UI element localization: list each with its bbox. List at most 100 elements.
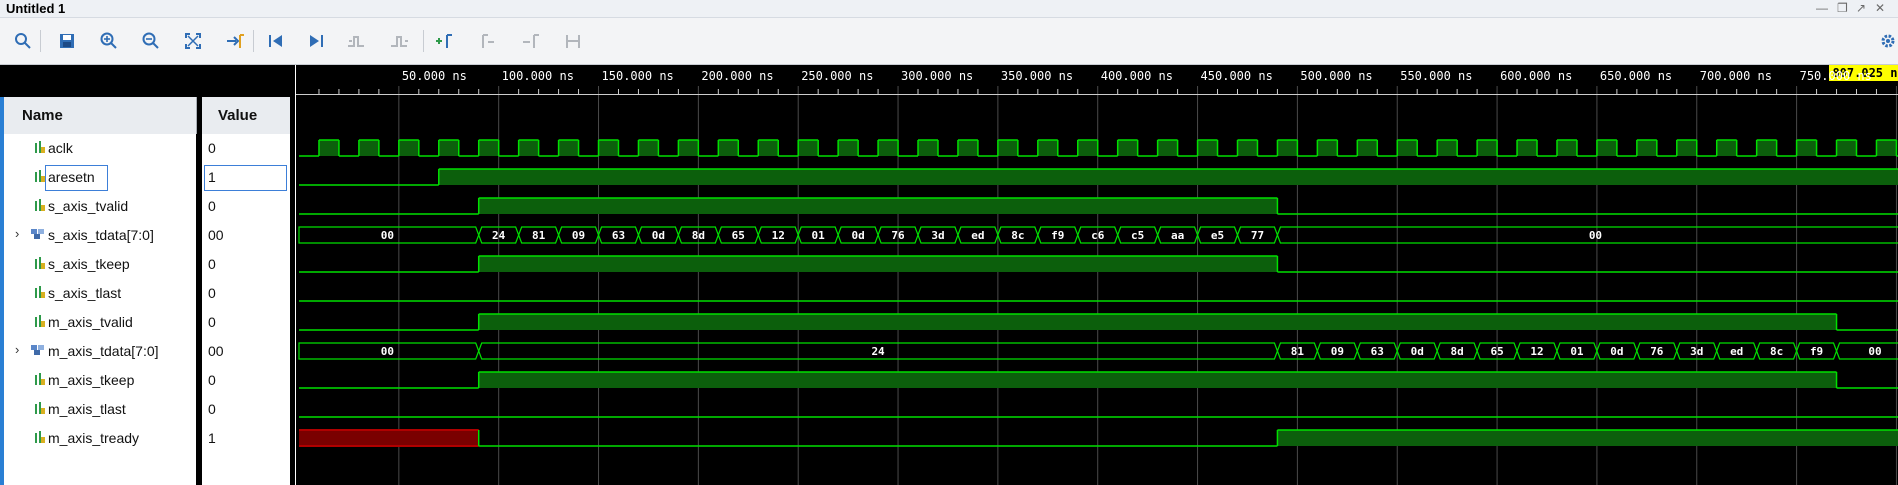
- swap-cursors-button[interactable]: [560, 28, 586, 54]
- bus-value-label: 24: [492, 229, 506, 242]
- bit-signal-icon: [35, 402, 45, 414]
- undock-icon[interactable]: ↗: [1856, 1, 1866, 15]
- value-row[interactable]: 0: [202, 250, 290, 279]
- signal-value: 1: [208, 430, 216, 446]
- zoom-fit-button[interactable]: [180, 28, 206, 54]
- value-row[interactable]: 0: [202, 395, 290, 424]
- bus-value-label: 8d: [692, 229, 705, 242]
- previous-transition-button[interactable]: [344, 28, 370, 54]
- bus-value-label: 63: [612, 229, 625, 242]
- time-tick-label: 350.000 ns: [1001, 69, 1073, 83]
- expand-chevron-icon[interactable]: ›: [15, 226, 19, 241]
- bus-value-label: 09: [572, 229, 585, 242]
- go-to-cursor-button[interactable]: [222, 28, 248, 54]
- signal-name: s_axis_tkeep: [48, 256, 130, 272]
- value-row[interactable]: 0: [202, 279, 290, 308]
- signal-row[interactable]: m_axis_tready: [4, 424, 196, 453]
- bus-signal-icon: [31, 229, 44, 239]
- high-level-fill: [478, 372, 1837, 388]
- close-icon[interactable]: ✕: [1875, 1, 1885, 15]
- time-tick-label: 600.000 ns: [1500, 69, 1572, 83]
- bus-value-segment: [1276, 226, 1898, 244]
- waveform-view[interactable]: 807.025 ns 50.000 ns 100.000 ns 150.000 ns…: [296, 34, 1898, 485]
- signal-row[interactable]: › s_axis_tdata[7:0]: [4, 221, 196, 250]
- bus-value-label: 8c: [1011, 229, 1024, 242]
- restore-icon[interactable]: ❐: [1837, 1, 1848, 15]
- high-level-fill: [478, 314, 1837, 330]
- bus-value-label: aa: [1171, 229, 1184, 242]
- high-level-fill: [1277, 140, 1298, 156]
- add-marker-button[interactable]: [431, 28, 457, 54]
- zoom-in-button[interactable]: [96, 28, 122, 54]
- expand-chevron-icon[interactable]: ›: [15, 342, 19, 357]
- high-level-fill: [518, 140, 539, 156]
- signal-row[interactable]: aclk: [4, 134, 196, 163]
- toolbar-separator: [40, 30, 41, 52]
- signal-row[interactable]: s_axis_tlast: [4, 279, 196, 308]
- high-level-fill: [1716, 140, 1737, 156]
- time-tick-label: 550.000 ns: [1400, 69, 1472, 83]
- go-to-end-icon: [310, 35, 323, 47]
- signal-name: s_axis_tvalid: [48, 198, 129, 214]
- bus-value-label: 8c: [1770, 345, 1783, 358]
- value-row[interactable]: 00: [202, 221, 290, 250]
- next-marker-button[interactable]: [517, 28, 543, 54]
- signal-row[interactable]: aresetn: [4, 163, 196, 192]
- high-level-fill: [918, 140, 938, 156]
- signal-row[interactable]: m_axis_tvalid: [4, 308, 196, 337]
- value-row[interactable]: 0: [202, 308, 290, 337]
- value-row[interactable]: 0: [202, 366, 290, 395]
- search-button[interactable]: [10, 28, 36, 54]
- bus-value-segment: [1835, 342, 1898, 360]
- bus-value-label: f9: [1051, 229, 1064, 242]
- bus-value-label: f9: [1810, 345, 1823, 358]
- previous-marker-button[interactable]: [474, 28, 500, 54]
- signal-row[interactable]: › m_axis_tdata[7:0]: [4, 337, 196, 366]
- high-level-fill: [1277, 430, 1898, 446]
- value-row[interactable]: 1: [202, 424, 290, 453]
- bus-value-label: 0d: [1411, 345, 1424, 358]
- next-transition-button[interactable]: [387, 28, 413, 54]
- bus-value-label: 0d: [652, 229, 665, 242]
- waveform-canvas[interactable]: 50.000 ns 100.000 ns 150.000 ns 200.000 ns 2…: [296, 65, 1898, 485]
- high-level-fill: [1636, 140, 1657, 156]
- bus-value-label: 0d: [851, 229, 864, 242]
- value-row[interactable]: 0: [202, 134, 290, 163]
- next-transition-icon: [391, 36, 408, 47]
- value-row[interactable]: 0: [202, 192, 290, 221]
- bus-value-label: 76: [1650, 345, 1664, 358]
- signal-value-list: 0 1 0 00 0 0 0 00 0 0 1: [202, 134, 290, 485]
- high-level-fill: [478, 256, 1278, 272]
- high-level-fill: [478, 140, 499, 156]
- time-tick-label: 750.000 ns: [1800, 69, 1872, 83]
- bus-value-label: 00: [381, 229, 394, 242]
- high-level-fill: [1596, 140, 1617, 156]
- value-column-header[interactable]: Value: [202, 97, 290, 134]
- go-to-last-time-button[interactable]: [303, 28, 329, 54]
- bus-value-label: 65: [732, 229, 745, 242]
- waveform-toolbar: [0, 18, 1898, 65]
- value-row[interactable]: 1: [202, 163, 290, 192]
- minimize-icon[interactable]: —: [1816, 1, 1828, 15]
- signal-row[interactable]: s_axis_tvalid: [4, 192, 196, 221]
- high-level-fill: [758, 140, 779, 156]
- gear-icon[interactable]: [1880, 33, 1896, 49]
- high-level-fill: [1836, 140, 1857, 156]
- high-level-fill: [838, 140, 859, 156]
- go-to-time-zero-button[interactable]: [263, 28, 289, 54]
- zoom-out-button[interactable]: [138, 28, 164, 54]
- signal-row[interactable]: m_axis_tkeep: [4, 366, 196, 395]
- signal-name: aresetn: [48, 169, 95, 185]
- name-column-header[interactable]: Name: [4, 97, 197, 134]
- bus-value-label: 81: [1291, 345, 1305, 358]
- signal-name: m_axis_tlast: [48, 401, 126, 417]
- bit-signal-icon: [35, 286, 45, 298]
- signal-row[interactable]: m_axis_tlast: [4, 395, 196, 424]
- time-tick-label: 300.000 ns: [901, 69, 973, 83]
- window-title: Untitled 1: [6, 1, 66, 16]
- high-level-fill: [1397, 140, 1418, 156]
- signal-row[interactable]: s_axis_tkeep: [4, 250, 196, 279]
- high-level-fill: [438, 140, 459, 156]
- save-button[interactable]: [54, 28, 80, 54]
- value-row[interactable]: 00: [202, 337, 290, 366]
